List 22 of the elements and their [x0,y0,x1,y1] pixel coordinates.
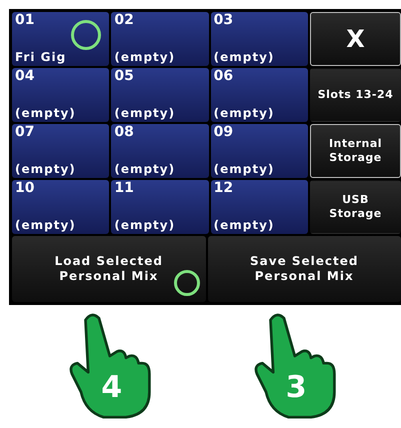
slot-button[interactable]: 03 (empty) [210,12,308,66]
slot-button[interactable]: 11 (empty) [111,180,209,234]
action-button[interactable]: Save Selected Personal Mix [208,236,401,302]
touch-ring-icon [174,270,200,296]
slot-button[interactable]: 02 (empty) [111,12,209,66]
side-button[interactable]: USB Storage [310,180,401,234]
slot-button[interactable]: 10 (empty) [12,180,110,234]
slot-button[interactable]: 09 (empty) [210,124,308,178]
slot-button[interactable]: 05 (empty) [111,68,209,122]
side-button[interactable]: Slots 13-24 [310,68,401,122]
slot-button[interactable]: 12 (empty) [210,180,308,234]
slot-button[interactable]: 01 Fri Gig [12,12,110,66]
slot-button[interactable]: 07 (empty) [12,124,110,178]
step-number: 4 [101,373,122,403]
slot-button[interactable]: 04 (empty) [12,68,110,122]
slot-button[interactable]: 08 (empty) [111,124,209,178]
slot-button[interactable]: 06 (empty) [210,68,308,122]
step-number: 3 [286,373,307,403]
touch-ring-icon [71,20,102,50]
action-button[interactable]: Load Selected Personal Mix [12,236,206,302]
side-button[interactable]: Internal Storage [310,124,401,178]
close-button[interactable]: X [310,12,401,66]
